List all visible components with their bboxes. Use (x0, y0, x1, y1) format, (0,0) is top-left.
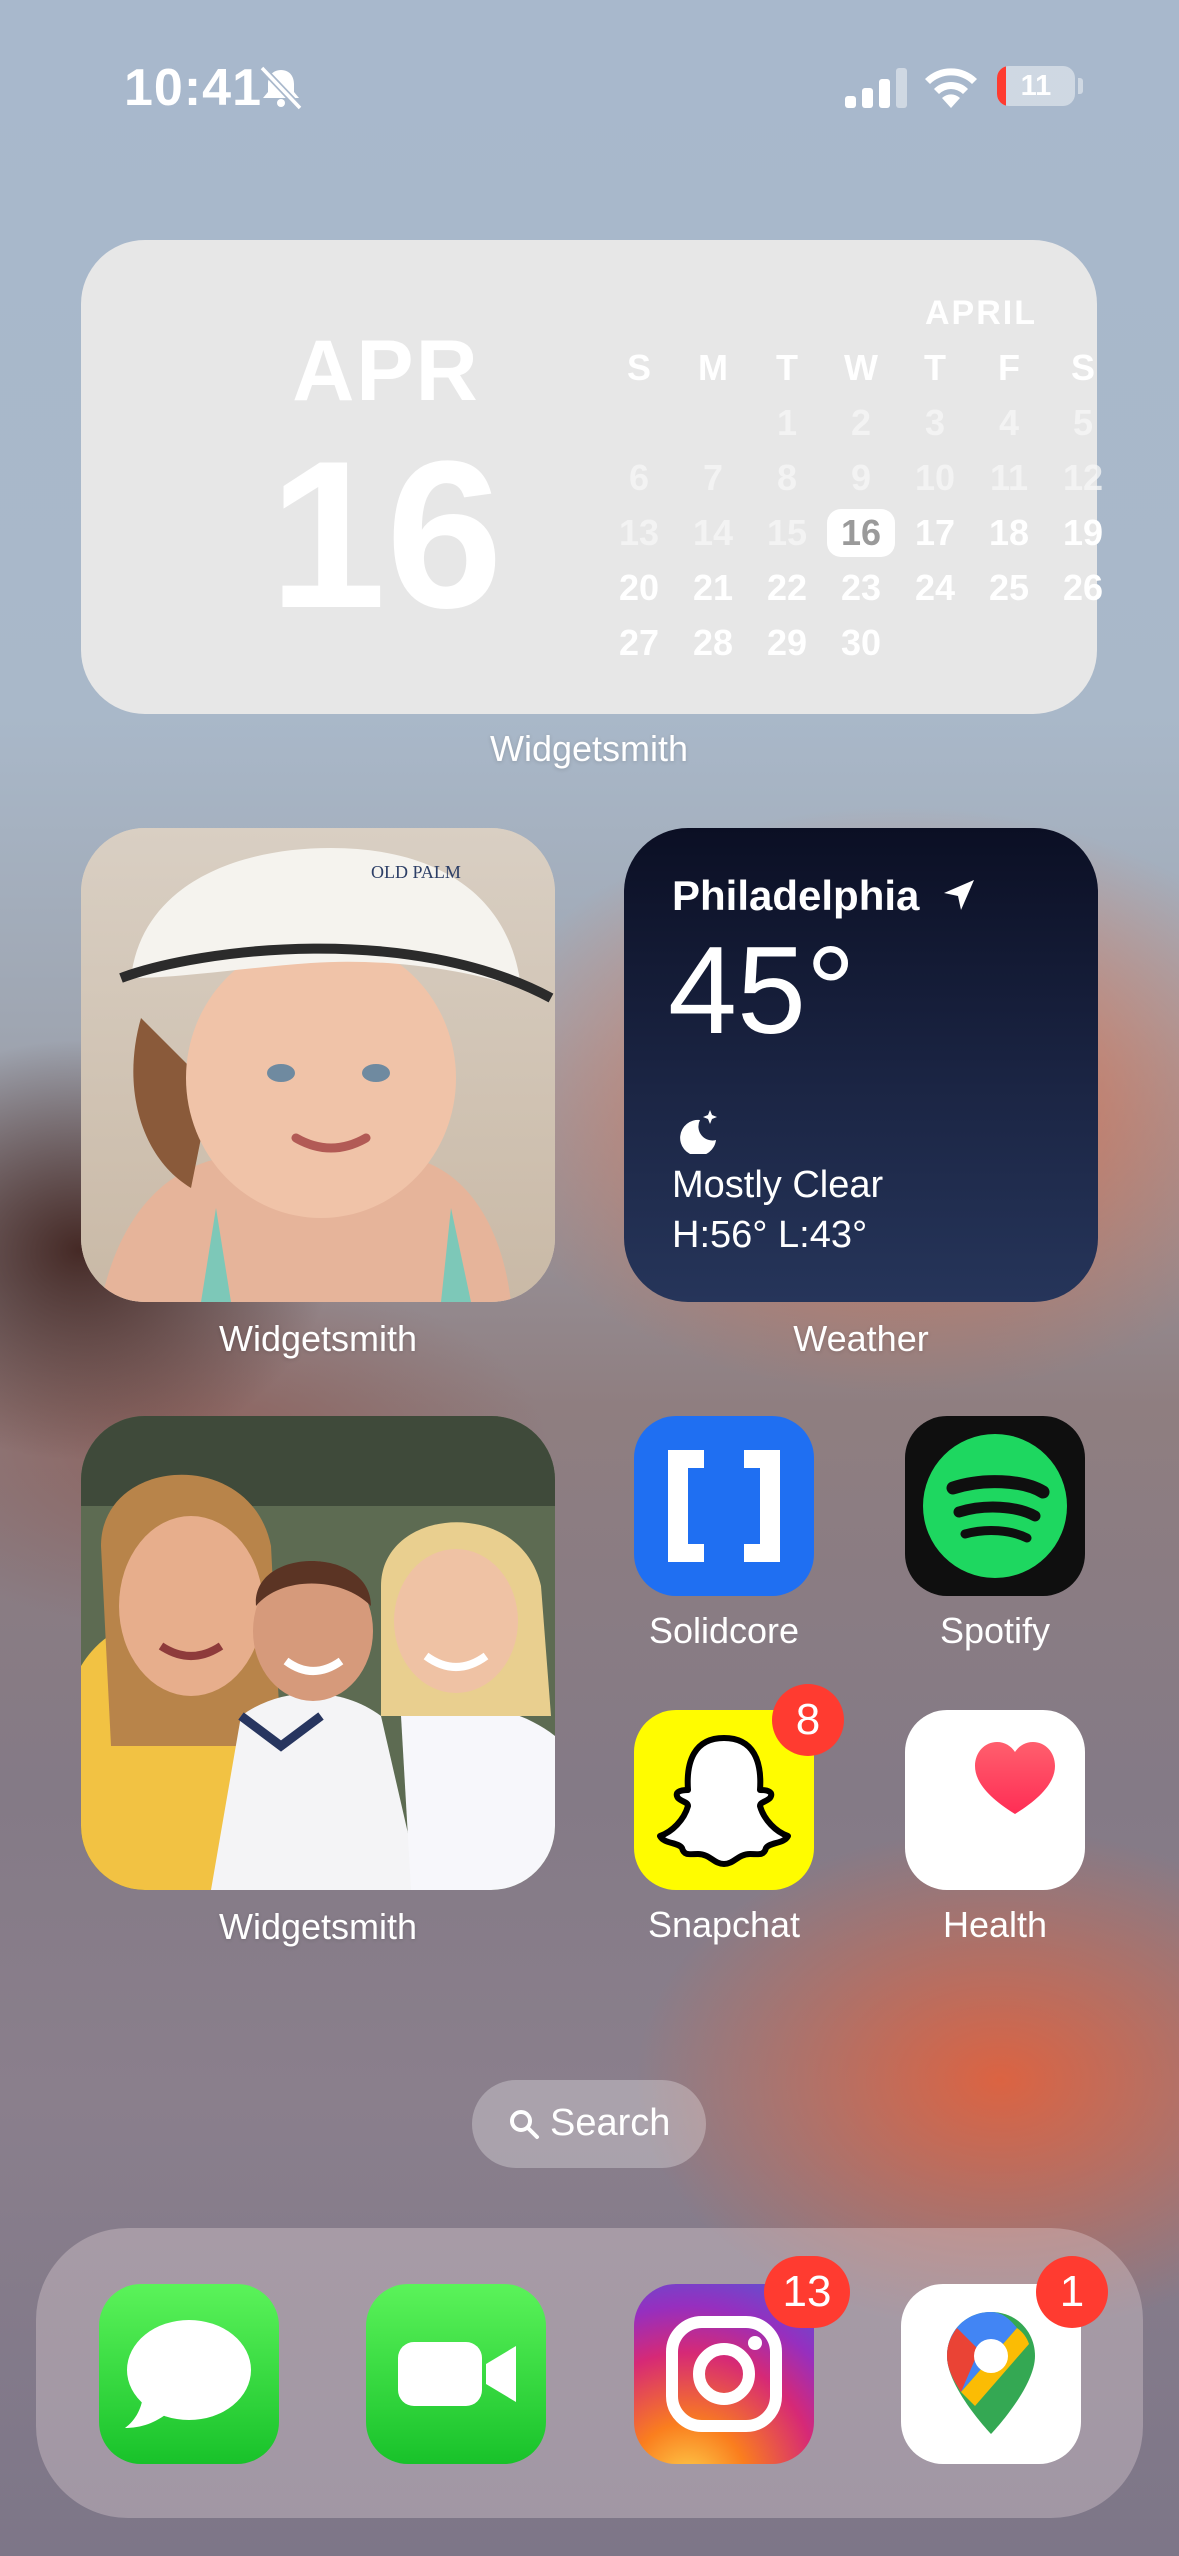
calendar-day-cell: 12 (1062, 457, 1104, 498)
snapchat-app-label: Snapchat (647, 1904, 801, 1945)
calendar-day-cell: 2 (850, 402, 872, 443)
calendar-week-row: 6 7 8 9 10 11 12 (602, 450, 1120, 505)
calendar-day-cell: 10 (914, 457, 956, 498)
calendar-day-cell (972, 615, 1046, 670)
calendar-day-cell: 27 (618, 622, 660, 663)
calendar-day-cell: 22 (766, 567, 808, 608)
search-icon (510, 2110, 539, 2139)
spotify-app-label: Spotify (939, 1610, 1051, 1651)
calendar-widget[interactable]: APR 16 APRIL S M T W T F S 1 2 3 4 5 6 7 8 9 10 11 12 13 14 1… (81, 240, 1103, 714)
calendar-week-row: 1 2 3 4 5 (602, 395, 1120, 450)
calendar-day-cell: 5 (1072, 402, 1094, 443)
calendar-weekday-header-row: SMTWTFS (602, 340, 1120, 395)
calendar-weekday-header: T (924, 347, 946, 388)
spotify-app-icon[interactable] (905, 1416, 1085, 1596)
status-bar: 10:41 11 (0, 0, 1179, 170)
calendar-weekday-header: F (998, 347, 1020, 388)
calendar-weekday-header: M (698, 347, 728, 388)
weather-widget-label: Weather (793, 1318, 929, 1359)
svg-text:OLD PALM: OLD PALM (371, 862, 461, 882)
calendar-day-cell (602, 395, 676, 450)
messages-app-icon[interactable] (99, 2284, 279, 2464)
calendar-day-cell: 3 (924, 402, 946, 443)
speech-bubble-icon (125, 2320, 251, 2428)
calendar-day-cell: 24 (914, 567, 956, 608)
calendar-day-cell: 26 (1062, 567, 1104, 608)
battery-percent: 11 (1020, 70, 1052, 102)
calendar-widget-label: Widgetsmith (489, 728, 689, 769)
calendar-weekday-header: W (844, 347, 878, 388)
calendar-today-cell: 16 (824, 505, 898, 560)
calendar-day-cell: 13 (618, 512, 660, 553)
solidcore-app-icon[interactable] (634, 1416, 814, 1596)
calendar-day-cell: 23 (840, 567, 882, 608)
location-arrow-icon (944, 880, 974, 910)
calendar-day-cell: 9 (850, 457, 872, 498)
home-search-button[interactable]: Search (472, 2080, 706, 2168)
weather-temperature: 45° (668, 922, 856, 1060)
calendar-day-cell: 19 (1062, 512, 1104, 553)
family-photo-image (81, 1416, 555, 1890)
weather-high-low: H:56° L:43° (672, 1214, 868, 1256)
calendar-day-cell (898, 615, 972, 670)
calendar-week-row: 13 14 15 16 17 18 19 (602, 505, 1120, 560)
spotify-logo-icon (923, 1434, 1067, 1578)
calendar-week-row: 27 28 29 30 (602, 615, 1120, 670)
instagram-notification-badge: 13 (764, 2256, 850, 2328)
moon-stars-icon (680, 1110, 717, 1154)
weather-widget[interactable]: Philadelphia 45° Mostly Clear H:56° L:43… (624, 828, 1098, 1302)
brackets-icon (668, 1450, 780, 1562)
calendar-day-cell: 25 (988, 567, 1030, 608)
calendar-day-cell: 8 (776, 457, 798, 498)
search-label: Search (550, 2102, 671, 2144)
calendar-day-cell: 29 (766, 622, 808, 663)
bell-slash-icon (259, 65, 303, 110)
cellular-signal-icon (845, 68, 907, 108)
calendar-day-cell: 15 (766, 512, 808, 553)
calendar-day-cell: 11 (989, 457, 1029, 498)
calendar-day-cell: 6 (628, 457, 650, 498)
photo-widget-family[interactable] (81, 1416, 555, 1890)
child-photo-image: OLD PALM (81, 828, 555, 1302)
health-app-icon[interactable] (905, 1710, 1085, 1890)
calendar-month-grid: S M T W T F S 1 2 3 4 5 6 7 8 9 10 11 12 13 14 15 16 17 18 19 20 21… (602, 340, 1120, 670)
calendar-day-cell: 17 (914, 512, 956, 553)
calendar-weekday-header: S (626, 347, 651, 388)
calendar-day-cell: 1 (776, 402, 798, 443)
weather-city: Philadelphia (672, 872, 920, 919)
calendar-day-cell: 28 (692, 622, 734, 663)
health-app-label: Health (942, 1904, 1048, 1945)
video-camera-icon (398, 2342, 516, 2406)
calendar-day: 16 (269, 417, 503, 652)
photo-widget-2-label: Widgetsmith (218, 1906, 418, 1947)
calendar-day-cell: 18 (988, 512, 1030, 553)
battery-icon: 11 (997, 66, 1075, 106)
calendar-month-abbrev: APR (292, 323, 480, 419)
calendar-weekday-header: S (1070, 347, 1095, 388)
calendar-day-cell: 30 (840, 622, 882, 663)
calendar-day-cell (676, 395, 750, 450)
calendar-day-cell: 14 (692, 512, 734, 553)
calendar-day-cell: 7 (702, 457, 724, 498)
facetime-app-icon[interactable] (366, 2284, 546, 2464)
calendar-month-full: APRIL (925, 294, 1037, 332)
calendar-weekday-header: T (776, 347, 798, 388)
calendar-week-row: 20 21 22 23 24 25 26 (602, 560, 1120, 615)
photo-widget-child[interactable]: OLD PALM (81, 828, 555, 1302)
heart-icon (975, 1742, 1055, 1814)
solidcore-app-label: Solidcore (648, 1610, 800, 1651)
calendar-day-cell: 20 (618, 567, 660, 608)
snapchat-notification-badge: 8 (772, 1684, 844, 1756)
battery-cap (1078, 78, 1083, 94)
calendar-day-cell: 4 (998, 402, 1020, 443)
google-maps-notification-badge: 1 (1036, 2256, 1108, 2328)
status-time: 10:41 (124, 59, 262, 117)
calendar-today-number: 16 (827, 509, 895, 557)
calendar-day-cell (1046, 615, 1120, 670)
wifi-icon (925, 68, 977, 108)
calendar-day-cell: 21 (692, 567, 734, 608)
photo-widget-1-label: Widgetsmith (218, 1318, 418, 1359)
weather-condition: Mostly Clear (672, 1164, 884, 1206)
